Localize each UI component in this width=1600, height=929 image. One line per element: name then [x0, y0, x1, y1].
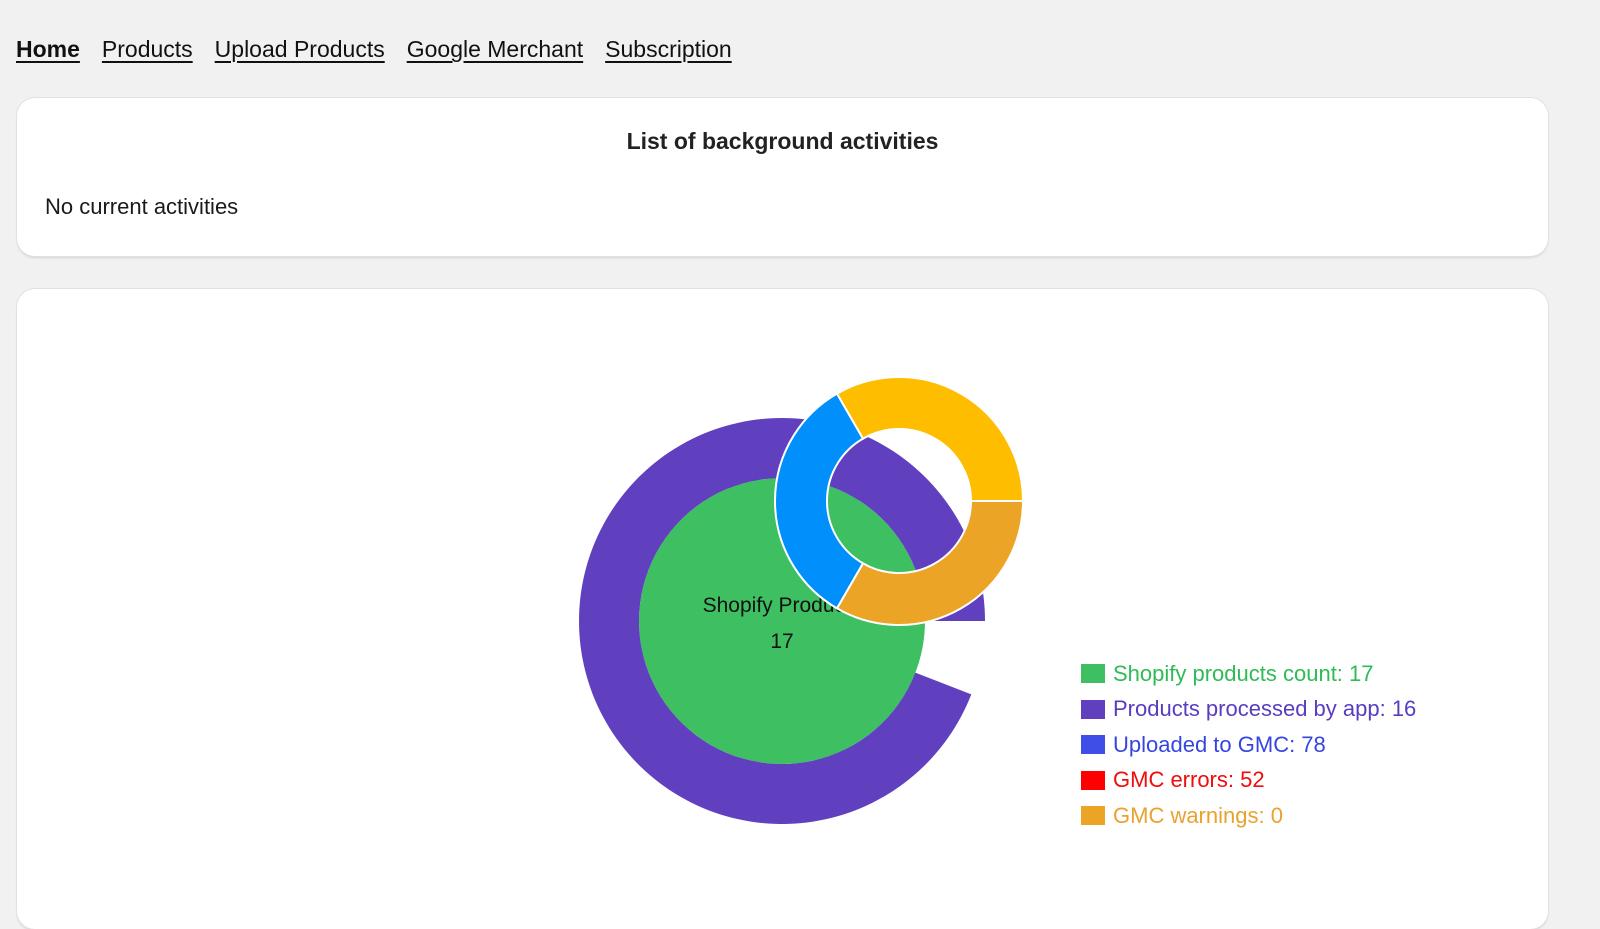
legend-label: Shopify products count: 17 [1113, 660, 1374, 686]
activities-title: List of background activities [626, 128, 939, 154]
legend-swatch [1081, 699, 1105, 719]
legend-label: GMC warnings: 0 [1113, 802, 1283, 828]
center-value: 17 [770, 630, 793, 653]
legend-label: Uploaded to GMC: 78 [1113, 731, 1326, 757]
stats-chart-card: Shopify Products 17 Shopify products cou… [17, 289, 1548, 929]
nav-products[interactable]: Products [102, 36, 193, 63]
nav-home[interactable]: Home [16, 36, 80, 63]
legend-item-gmc-errors[interactable]: GMC errors: 52 [1081, 763, 1416, 799]
legend-swatch [1081, 664, 1105, 684]
nav-google-merchant[interactable]: Google Merchant [407, 36, 583, 63]
background-activities-card: List of background activities No current… [17, 98, 1548, 256]
legend-label: GMC errors: 52 [1113, 767, 1265, 793]
legend-item-gmc-warnings[interactable]: GMC warnings: 0 [1081, 798, 1416, 834]
nav-subscription[interactable]: Subscription [605, 36, 732, 63]
legend-swatch [1081, 806, 1105, 826]
chart-legend: Shopify products count: 17 Products proc… [1081, 656, 1416, 834]
legend-item-uploaded-to-gmc[interactable]: Uploaded to GMC: 78 [1081, 727, 1416, 763]
legend-swatch [1081, 735, 1105, 755]
top-nav: Home Products Upload Products Google Mer… [16, 36, 732, 63]
legend-item-processed-by-app[interactable]: Products processed by app: 16 [1081, 692, 1416, 728]
legend-swatch [1081, 770, 1105, 790]
legend-label: Products processed by app: 16 [1113, 696, 1417, 722]
nav-upload-products[interactable]: Upload Products [215, 36, 385, 63]
activities-empty-text: No current activities [45, 194, 239, 219]
legend-item-shopify-count[interactable]: Shopify products count: 17 [1081, 656, 1416, 692]
